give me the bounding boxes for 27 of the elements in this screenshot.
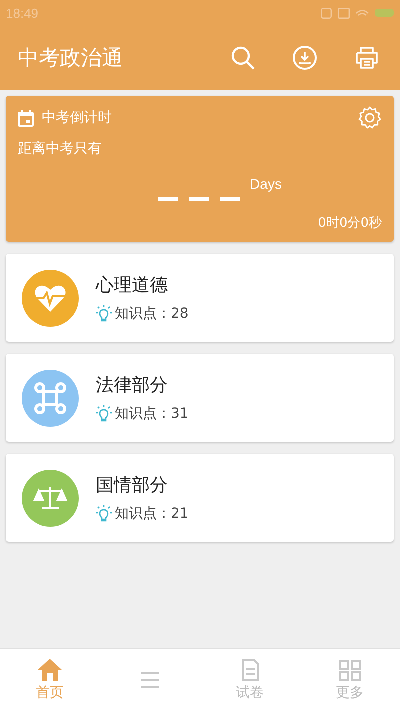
search-icon[interactable] <box>230 45 256 71</box>
calendar-icon <box>18 110 34 126</box>
subject-card[interactable]: 国情部分 知识点：21 <box>6 454 394 542</box>
app-title: 中考政治通 <box>18 45 124 72</box>
lightbulb-icon <box>96 305 112 323</box>
printer-icon[interactable] <box>354 45 380 71</box>
countdown-subtitle: 距离中考只有 <box>18 140 103 158</box>
battery-icon <box>375 9 394 17</box>
settings-icon[interactable] <box>358 106 382 130</box>
lightbulb-icon <box>96 505 112 523</box>
subject-name: 心理道德 <box>96 274 169 297</box>
countdown-title: 中考倒计时 <box>42 109 113 127</box>
download-icon[interactable] <box>292 45 318 71</box>
wifi-icon <box>356 9 369 17</box>
more-icon <box>337 658 363 682</box>
knowledge-count: 知识点：28 <box>115 305 189 323</box>
subject-card[interactable]: 心理道德 知识点：28 <box>6 254 394 342</box>
knowledge-count: 知识点：21 <box>115 505 189 523</box>
subject-name: 国情部分 <box>96 474 169 497</box>
home-icon <box>37 658 63 682</box>
time-remaining: 0时0分0秒 <box>318 215 382 232</box>
days-unit: Days <box>250 176 282 192</box>
status-time: 18:49 <box>6 6 39 20</box>
subject-name: 法律部分 <box>96 374 169 397</box>
subject-card[interactable]: 法律部分 知识点：31 <box>6 354 394 442</box>
lightbulb-icon <box>96 405 112 423</box>
knowledge-count: 知识点：31 <box>115 405 189 423</box>
